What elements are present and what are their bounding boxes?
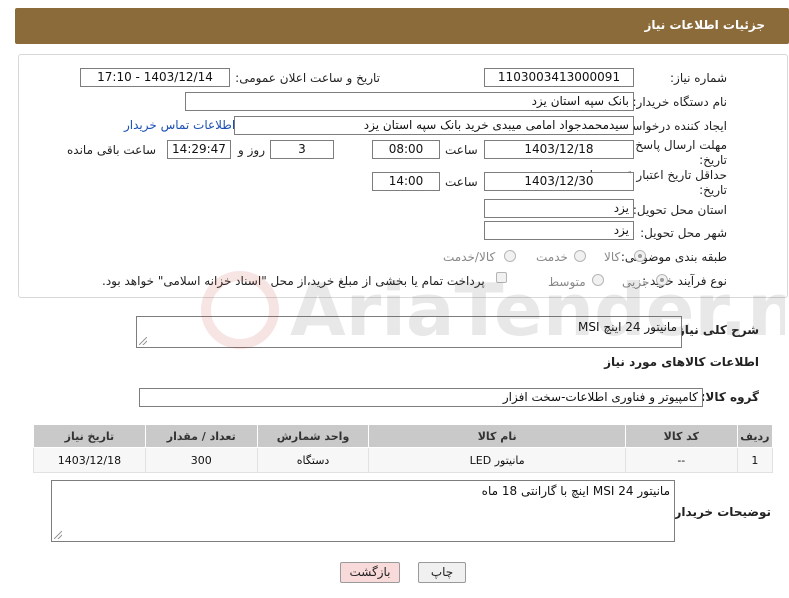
page-header: جزئیات اطلاعات نیاز [15, 8, 789, 44]
goods-group-field: کامپیوتر و فناوری اطلاعات-سخت افزار [139, 388, 703, 407]
city-field: یزد [484, 221, 634, 240]
col-row: ردیف [736, 424, 774, 448]
process-label: نوع فرآیند خرید : [642, 274, 727, 288]
category-radio-both[interactable] [504, 250, 516, 262]
buyer-org-label: نام دستگاه خریدار: [632, 95, 728, 109]
cell-unit: دستگاه [256, 447, 370, 473]
page-title: جزئیات اطلاعات نیاز [644, 18, 765, 32]
reply-time-label: ساعت [445, 143, 478, 157]
cell-name: مانیتور LED [368, 447, 626, 473]
cell-qty: 300 [144, 447, 258, 473]
treasury-payment-checkbox[interactable] [496, 272, 507, 283]
col-date: تاریخ نیاز [33, 424, 146, 448]
process-radio-minor[interactable] [656, 274, 668, 286]
days-field: 3 [270, 140, 334, 159]
price-date-field: 1403/12/30 [484, 172, 634, 191]
summary-text: مانیتور 24 اینچ MSI [578, 320, 677, 334]
buyer-contact-link[interactable]: اطلاعات تماس خریدار [124, 118, 235, 132]
need-number-field: 1103003413000091 [484, 68, 634, 87]
back-button[interactable]: بازگشت [340, 562, 400, 583]
province-label: استان محل تحویل: [632, 203, 727, 217]
buyer-notes-label: توضیحات خریدار: [669, 505, 771, 519]
resize-grip-icon[interactable] [54, 531, 62, 539]
reply-date-field: 1403/12/18 [484, 140, 634, 159]
days-label: روز و [238, 143, 265, 157]
goods-table-header: ردیف کد کالا نام کالا واحد شمارش تعداد /… [33, 424, 774, 448]
cell-date: 1403/12/18 [33, 447, 146, 473]
buyer-notes-text: مانیتور 24 MSI اینچ با گارانتی 18 ماه [481, 484, 670, 498]
cell-row: 1 [736, 447, 774, 473]
process-option-medium: متوسط [548, 275, 586, 289]
treasury-payment-note: پرداخت تمام یا بخشی از مبلغ خرید،از محل … [102, 274, 485, 288]
remaining-time-field: 14:29:47 [167, 140, 231, 159]
buyer-notes-textarea[interactable]: مانیتور 24 MSI اینچ با گارانتی 18 ماه [51, 480, 675, 542]
col-unit: واحد شمارش [256, 424, 370, 448]
summary-textarea[interactable]: مانیتور 24 اینچ MSI [136, 316, 682, 348]
table-row: 1 -- مانیتور LED دستگاه 300 1403/12/18 [33, 447, 774, 473]
buyer-org-field: بانک سپه استان یزد [185, 92, 634, 111]
category-radio-service[interactable] [574, 250, 586, 262]
col-qty: تعداد / مقدار [144, 424, 258, 448]
col-code: کد کالا [624, 424, 738, 448]
category-option-service: خدمت [536, 250, 568, 264]
announce-label: تاریخ و ساعت اعلان عمومی: [235, 71, 380, 85]
announce-field: 1403/12/14 - 17:10 [80, 68, 230, 87]
goods-table: ردیف کد کالا نام کالا واحد شمارش تعداد /… [33, 424, 774, 473]
goods-section-title: اطلاعات کالاهای مورد نیاز [604, 355, 759, 369]
price-time-field: 14:00 [372, 172, 440, 191]
need-number-label: شماره نیاز: [670, 71, 727, 85]
creator-field: سیدمحمدجواد امامی میبدی خرید بانک سپه اس… [234, 116, 634, 135]
category-radio-goods[interactable] [634, 250, 646, 262]
cell-code: -- [624, 447, 738, 473]
category-option-both: کالا/خدمت [443, 250, 496, 264]
city-label: شهر محل تحویل: [640, 226, 727, 240]
print-button[interactable]: چاپ [418, 562, 466, 583]
process-option-minor: جزیی [622, 275, 650, 289]
goods-group-label: گروه کالا: [700, 390, 759, 404]
remaining-label: ساعت باقی مانده [67, 143, 157, 157]
reply-time-field: 08:00 [372, 140, 440, 159]
col-name: نام کالا [368, 424, 626, 448]
process-radio-medium[interactable] [592, 274, 604, 286]
province-field: یزد [484, 199, 634, 218]
category-option-goods: کالا [604, 250, 621, 264]
summary-label: شرح کلی نیاز: [673, 323, 759, 337]
resize-grip-icon[interactable] [139, 337, 147, 345]
price-time-label: ساعت [445, 175, 478, 189]
